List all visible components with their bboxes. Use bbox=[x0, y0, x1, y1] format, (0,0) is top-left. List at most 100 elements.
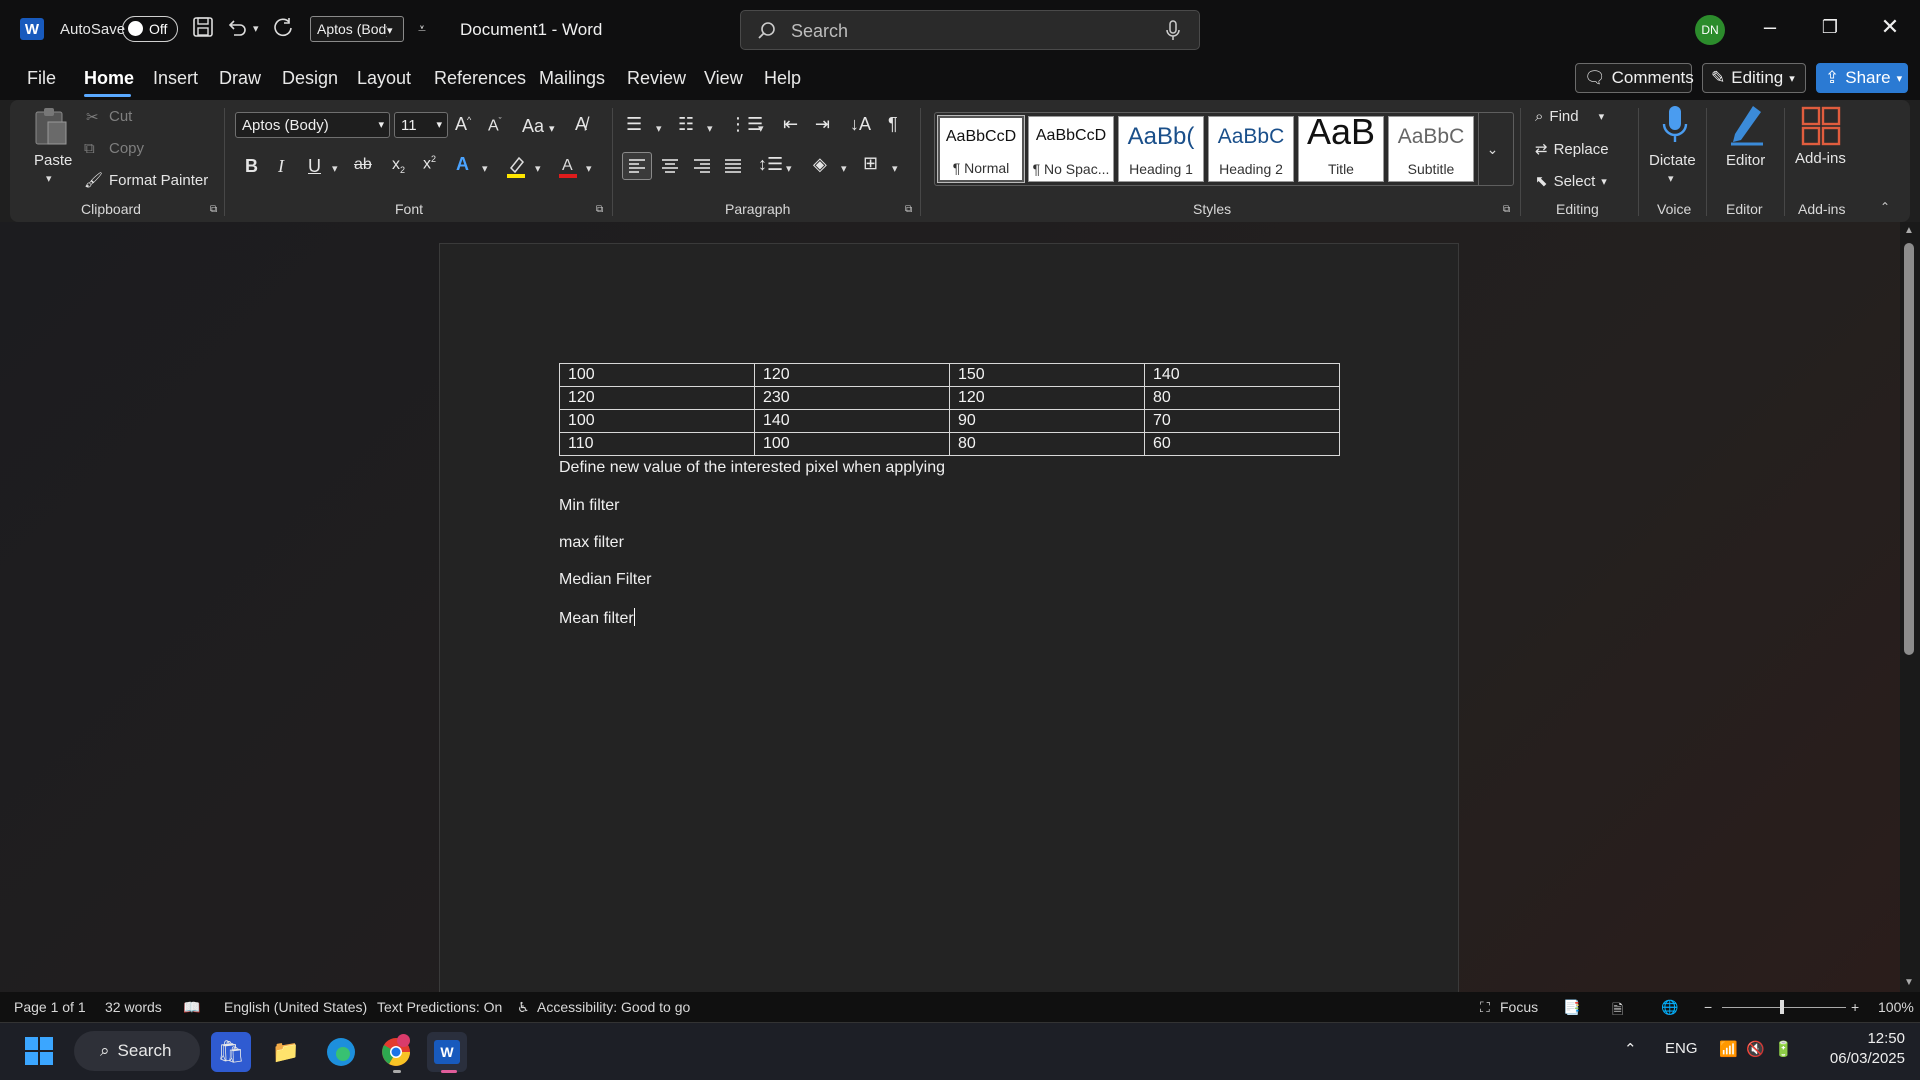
borders-dropdown-icon[interactable]: ▾ bbox=[892, 162, 898, 175]
numbering-dropdown-icon[interactable]: ▾ bbox=[707, 122, 713, 135]
decrease-indent-icon[interactable]: ⇤ bbox=[783, 114, 798, 135]
style-heading-1[interactable]: AaBb( Heading 1 bbox=[1118, 116, 1204, 182]
edge-browser-icon[interactable] bbox=[321, 1032, 361, 1072]
scroll-up-icon[interactable]: ▲ bbox=[1904, 225, 1914, 236]
style-heading-2[interactable]: AaBbC Heading 2 bbox=[1208, 116, 1294, 182]
chrome-browser-icon[interactable] bbox=[376, 1032, 416, 1072]
addins-icon[interactable] bbox=[1801, 106, 1841, 151]
dictate-icon[interactable] bbox=[1660, 104, 1690, 153]
dictate-dropdown-icon[interactable]: ▾ bbox=[1668, 172, 1674, 185]
underline-dropdown-icon[interactable]: ▾ bbox=[332, 162, 338, 175]
tab-review[interactable]: Review bbox=[627, 68, 686, 89]
zoom-in-icon[interactable]: + bbox=[1851, 999, 1859, 1015]
style-normal[interactable]: AaBbCcD ¶ Normal bbox=[937, 115, 1025, 183]
change-case-icon[interactable]: Aa ▾ bbox=[522, 116, 555, 137]
find-button[interactable]: ⌕ Find ▾ bbox=[1535, 108, 1604, 125]
document-paragraph[interactable]: max filter bbox=[559, 534, 624, 552]
web-layout-icon[interactable]: 🌐 bbox=[1661, 999, 1678, 1016]
accessibility-status[interactable]: Accessibility: Good to go bbox=[537, 999, 690, 1015]
word-count[interactable]: 32 words bbox=[105, 999, 162, 1015]
zoom-out-icon[interactable]: − bbox=[1704, 999, 1712, 1015]
dialog-launcher-icon[interactable]: ⧉ bbox=[210, 204, 217, 215]
minimize-icon[interactable]: – bbox=[1750, 14, 1790, 40]
font-family-select[interactable]: Aptos (Body) ▾ bbox=[235, 112, 390, 138]
wifi-icon[interactable]: 📶 bbox=[1719, 1040, 1738, 1058]
tab-file[interactable]: File bbox=[27, 68, 56, 89]
microsoft-store-icon[interactable]: 🛍 bbox=[211, 1032, 251, 1072]
align-left-button[interactable] bbox=[622, 152, 652, 180]
superscript-icon[interactable]: x2 bbox=[423, 154, 436, 173]
increase-indent-icon[interactable]: ⇥ bbox=[815, 114, 830, 135]
document-paragraph[interactable]: Define new value of the interested pixel… bbox=[559, 459, 945, 477]
copy-button[interactable]: Copy bbox=[109, 140, 144, 157]
input-language[interactable]: ENG bbox=[1665, 1040, 1698, 1057]
align-center-icon[interactable] bbox=[656, 153, 684, 184]
numbering-icon[interactable]: ☷ bbox=[678, 114, 694, 135]
editor-label[interactable]: Editor bbox=[1726, 152, 1765, 169]
document-paragraph-last[interactable]: Mean filter bbox=[559, 608, 635, 628]
word-taskbar-icon[interactable]: W bbox=[427, 1032, 467, 1072]
style-subtitle[interactable]: AaBbC Subtitle bbox=[1388, 116, 1474, 182]
dialog-launcher-icon[interactable]: ⧉ bbox=[905, 204, 912, 215]
tab-insert[interactable]: Insert bbox=[153, 68, 198, 89]
shading-icon[interactable]: ◈ bbox=[813, 154, 827, 175]
select-button[interactable]: ⬉ Select ▾ bbox=[1535, 172, 1607, 191]
show-formatting-icon[interactable]: ¶ bbox=[888, 114, 898, 135]
line-spacing-icon[interactable]: ↕☰ bbox=[758, 154, 783, 175]
table-cell[interactable]: 100 bbox=[559, 363, 755, 387]
table-cell[interactable]: 100 bbox=[559, 409, 755, 433]
table-cell[interactable]: 230 bbox=[754, 386, 950, 410]
comments-button[interactable]: 🗨 Comments bbox=[1575, 63, 1694, 93]
table-cell[interactable]: 80 bbox=[1144, 386, 1340, 410]
clear-formatting-icon[interactable]: A̸ bbox=[575, 114, 587, 135]
table-cell[interactable]: 150 bbox=[949, 363, 1145, 387]
editor-icon[interactable] bbox=[1727, 104, 1767, 153]
text-effects-icon[interactable]: A bbox=[456, 154, 469, 175]
battery-icon[interactable]: 🔋 bbox=[1774, 1040, 1793, 1058]
microphone-icon[interactable] bbox=[1165, 20, 1181, 47]
undo-icon[interactable] bbox=[226, 16, 248, 44]
replace-button[interactable]: ⇄ Replace bbox=[1535, 140, 1609, 159]
quick-font-select[interactable]: Aptos (Body)▾ bbox=[310, 16, 404, 42]
undo-dropdown-icon[interactable]: ▾ bbox=[253, 22, 259, 35]
document-table[interactable]: 100 120 150 140 120 230 120 80 100 140 9… bbox=[559, 363, 1340, 456]
restore-icon[interactable]: ❐ bbox=[1810, 17, 1850, 38]
clock-date[interactable]: 06/03/2025 bbox=[1805, 1050, 1905, 1067]
strikethrough-button[interactable]: ab bbox=[354, 156, 372, 174]
table-cell[interactable]: 120 bbox=[559, 386, 755, 410]
tab-view[interactable]: View bbox=[704, 68, 743, 89]
search-input[interactable]: Search bbox=[740, 10, 1200, 50]
align-right-icon[interactable] bbox=[688, 153, 716, 184]
print-layout-icon[interactable]: 🗎 bbox=[1612, 999, 1623, 1023]
table-cell[interactable]: 100 bbox=[754, 432, 950, 456]
redo-icon[interactable] bbox=[272, 16, 294, 44]
font-color-dropdown-icon[interactable]: ▾ bbox=[586, 162, 592, 175]
page-count[interactable]: Page 1 of 1 bbox=[14, 999, 86, 1015]
focus-mode-button[interactable]: Focus bbox=[1500, 999, 1538, 1015]
tab-help[interactable]: Help bbox=[764, 68, 801, 89]
volume-muted-icon[interactable]: 🔇 bbox=[1746, 1040, 1765, 1058]
italic-button[interactable]: I bbox=[278, 156, 284, 177]
dialog-launcher-icon[interactable]: ⧉ bbox=[596, 204, 603, 215]
shading-dropdown-icon[interactable]: ▾ bbox=[841, 162, 847, 175]
table-cell[interactable]: 90 bbox=[949, 409, 1145, 433]
multilevel-dropdown-icon[interactable]: ▾ bbox=[758, 122, 764, 135]
addins-label[interactable]: Add-ins bbox=[1795, 150, 1846, 167]
bullets-dropdown-icon[interactable]: ▾ bbox=[656, 122, 662, 135]
zoom-slider[interactable] bbox=[1722, 1007, 1846, 1008]
table-cell[interactable]: 120 bbox=[949, 386, 1145, 410]
table-cell[interactable]: 140 bbox=[1144, 363, 1340, 387]
text-effects-dropdown-icon[interactable]: ▾ bbox=[482, 162, 488, 175]
scrollbar-thumb[interactable] bbox=[1904, 243, 1914, 655]
tab-references[interactable]: References bbox=[434, 68, 526, 89]
text-predictions-status[interactable]: Text Predictions: On bbox=[377, 999, 502, 1015]
bold-button[interactable]: B bbox=[245, 156, 258, 177]
zoom-level[interactable]: 100% bbox=[1878, 999, 1914, 1015]
table-cell[interactable]: 80 bbox=[949, 432, 1145, 456]
taskbar-search[interactable]: ⌕ Search bbox=[74, 1031, 200, 1071]
subscript-icon[interactable]: x2 bbox=[392, 156, 405, 175]
format-painter-button[interactable]: Format Painter bbox=[109, 172, 208, 189]
table-cell[interactable]: 140 bbox=[754, 409, 950, 433]
collapse-ribbon-icon[interactable]: ⌃ bbox=[1880, 200, 1890, 214]
styles-more-icon[interactable]: ⌄ bbox=[1478, 112, 1506, 186]
